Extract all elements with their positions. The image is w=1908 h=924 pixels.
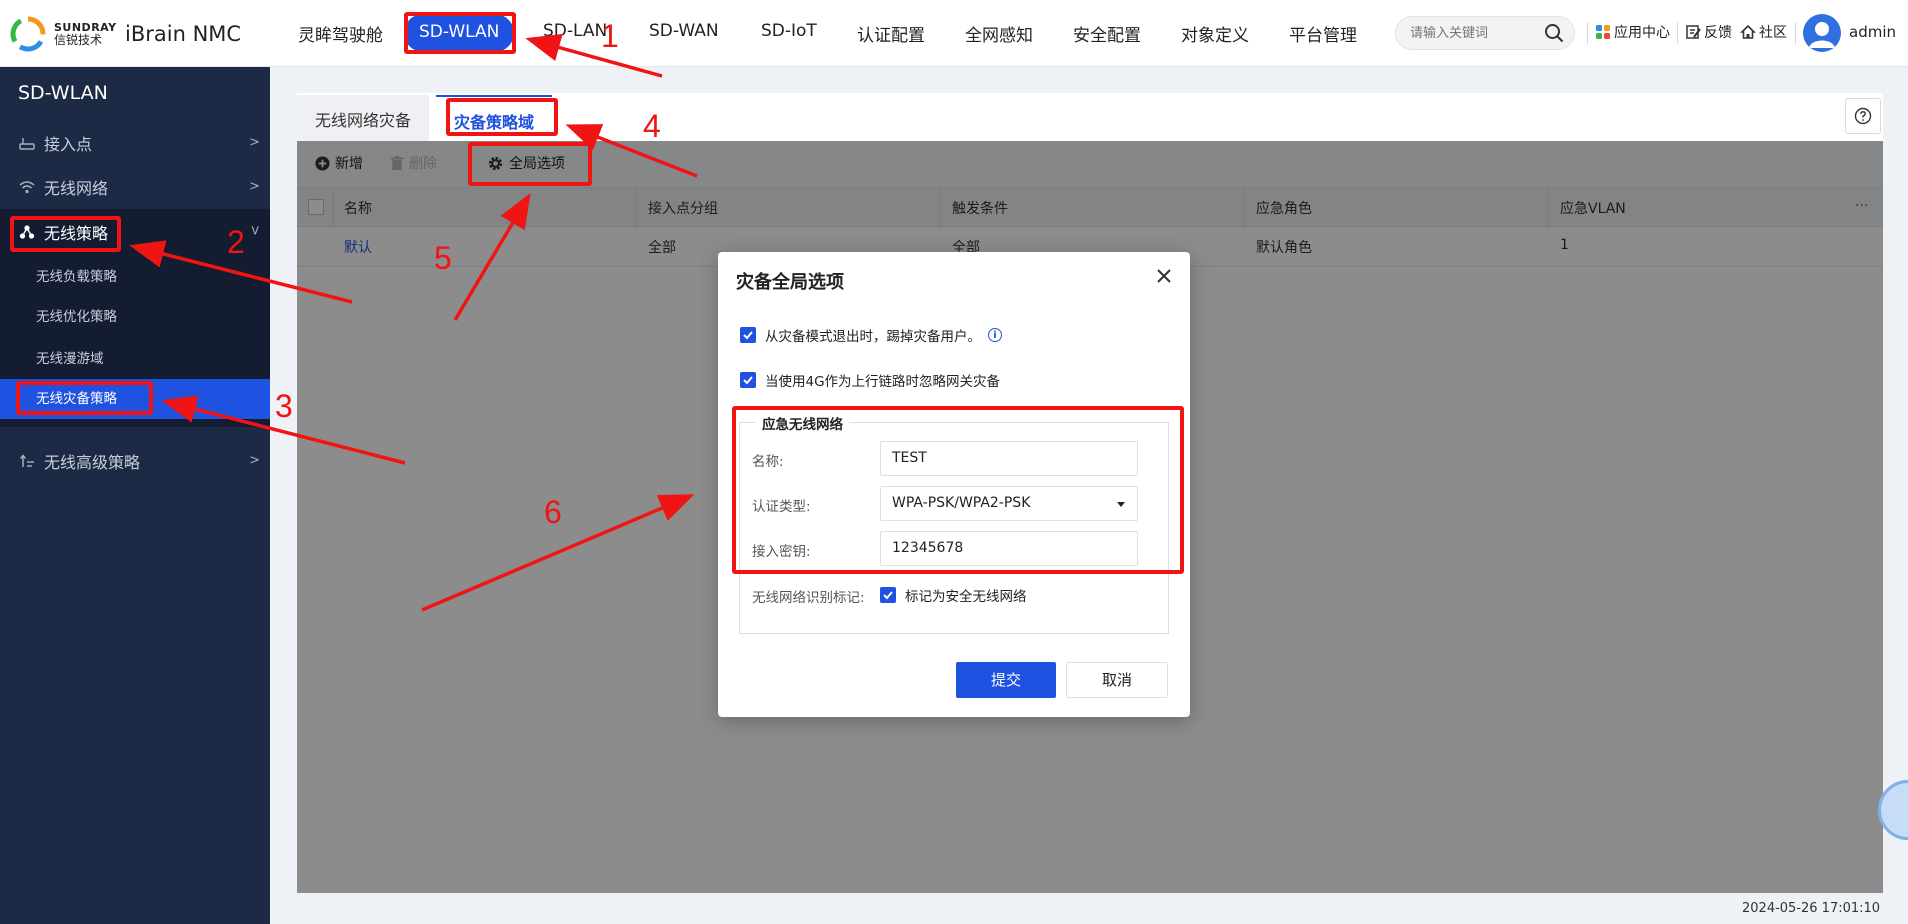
- sidebar-subitem-optimize-policy[interactable]: 无线优化策略: [0, 297, 270, 337]
- help-button[interactable]: [1845, 98, 1881, 134]
- wifi-icon: [18, 178, 36, 196]
- sidebar: SD-WLAN 接入点 > 无线网络 > 无线策略 > 无线负载策略 无线优化策…: [0, 67, 270, 924]
- annotation-number: 2: [227, 224, 245, 260]
- app-center-button[interactable]: 应用中心: [1595, 22, 1670, 42]
- top-bar: SUNDRAY 信锐技术 iBrain NMC 灵眸驾驶舱 SD-WLAN SD…: [0, 0, 1908, 67]
- access-point-icon: [18, 134, 36, 152]
- nav-network-awareness[interactable]: 全网感知: [965, 21, 1033, 46]
- divider: [1587, 22, 1588, 44]
- chevron-down-icon: >: [247, 225, 263, 236]
- sidebar-item-label: 无线高级策略: [44, 453, 141, 472]
- home-icon: [1740, 24, 1756, 39]
- ignore-4g-checkbox[interactable]: [740, 372, 756, 388]
- logo-mark: [10, 16, 46, 52]
- app-center-icon: [1596, 25, 1610, 39]
- annotation-box: [10, 216, 121, 252]
- check-icon: [743, 376, 753, 385]
- annotation-number: 3: [275, 388, 293, 424]
- logo-cn: 信锐技术: [54, 33, 103, 47]
- annotation-number: 6: [544, 494, 562, 530]
- nav-object-definition[interactable]: 对象定义: [1181, 21, 1249, 46]
- nav-auth-config[interactable]: 认证配置: [857, 21, 925, 46]
- advanced-policy-icon: [18, 452, 36, 470]
- annotation-number: 4: [643, 108, 661, 144]
- cancel-button[interactable]: 取消: [1066, 662, 1168, 698]
- product-name: iBrain NMC: [125, 22, 242, 46]
- dialog-title: 灾备全局选项: [736, 272, 844, 293]
- feedback-button[interactable]: 反馈: [1685, 22, 1732, 42]
- ignore-4g-label: 当使用4G作为上行链路时忽略网关灾备: [765, 374, 1001, 390]
- annotation-number: 5: [434, 240, 452, 276]
- network-mark-label: 无线网络识别标记:: [752, 590, 865, 606]
- annotation-box: [732, 406, 1184, 574]
- nav-sd-wan[interactable]: SD-WAN: [649, 21, 719, 41]
- status-datetime: 2024-05-26 17:01:10: [1742, 901, 1881, 916]
- sidebar-title: SD-WLAN: [18, 82, 108, 104]
- divider: [1677, 22, 1678, 44]
- search-box: [1395, 16, 1575, 50]
- secure-network-checkbox[interactable]: [880, 587, 896, 603]
- sidebar-item-label: 接入点: [44, 135, 93, 154]
- divider: [1795, 22, 1796, 44]
- nav-security-config[interactable]: 安全配置: [1073, 21, 1141, 46]
- close-icon[interactable]: [1152, 264, 1176, 288]
- kick-users-option[interactable]: 从灾备模式退出时，踢掉灾备用户。 i: [740, 325, 1002, 345]
- app-center-label: 应用中心: [1614, 25, 1670, 41]
- check-icon: [883, 591, 893, 600]
- community-button[interactable]: 社区: [1740, 22, 1787, 42]
- info-icon[interactable]: i: [988, 328, 1002, 342]
- sidebar-item-wireless-network[interactable]: 无线网络 >: [0, 165, 270, 209]
- sidebar-item-advanced-policy[interactable]: 无线高级策略 >: [0, 439, 270, 483]
- nav-cockpit[interactable]: 灵眸驾驶舱: [298, 21, 383, 46]
- secure-network-label: 标记为安全无线网络: [905, 589, 1027, 605]
- chevron-right-icon: >: [249, 453, 260, 468]
- nav-sd-iot[interactable]: SD-IoT: [761, 21, 817, 41]
- sidebar-item-access-point[interactable]: 接入点 >: [0, 121, 270, 165]
- chevron-right-icon: >: [249, 179, 260, 194]
- feedback-icon: [1686, 25, 1701, 39]
- annotation-box: [16, 381, 153, 415]
- search-icon[interactable]: [1544, 23, 1564, 43]
- kick-users-label: 从灾备模式退出时，踢掉灾备用户。: [765, 329, 981, 345]
- sidebar-subitem-roaming-domain[interactable]: 无线漫游域: [0, 339, 270, 379]
- search-input[interactable]: [1410, 17, 1550, 49]
- annotation-box: [446, 98, 558, 136]
- secure-network-option[interactable]: 标记为安全无线网络: [880, 585, 1027, 605]
- community-label: 社区: [1759, 25, 1787, 41]
- tab-wireless-disaster[interactable]: 无线网络灾备: [297, 95, 430, 141]
- check-icon: [743, 331, 753, 340]
- annotation-box: [404, 12, 516, 54]
- ignore-4g-option[interactable]: 当使用4G作为上行链路时忽略网关灾备: [740, 370, 1000, 390]
- annotation-box: [468, 142, 592, 186]
- logo[interactable]: SUNDRAY 信锐技术: [10, 16, 117, 52]
- chevron-right-icon: >: [249, 135, 260, 150]
- nav-platform-management[interactable]: 平台管理: [1289, 21, 1357, 46]
- sidebar-subitem-load-policy[interactable]: 无线负载策略: [0, 257, 270, 297]
- user-icon: [1809, 22, 1835, 48]
- nav-sd-lan[interactable]: SD-LAN: [543, 21, 607, 41]
- annotation-number: 1: [601, 18, 619, 54]
- sidebar-item-label: 无线网络: [44, 179, 109, 198]
- help-icon: [1854, 107, 1872, 125]
- submit-button[interactable]: 提交: [956, 662, 1056, 698]
- avatar[interactable]: [1803, 14, 1841, 52]
- username[interactable]: admin: [1849, 23, 1896, 41]
- kick-users-checkbox[interactable]: [740, 327, 756, 343]
- feedback-label: 反馈: [1704, 25, 1732, 41]
